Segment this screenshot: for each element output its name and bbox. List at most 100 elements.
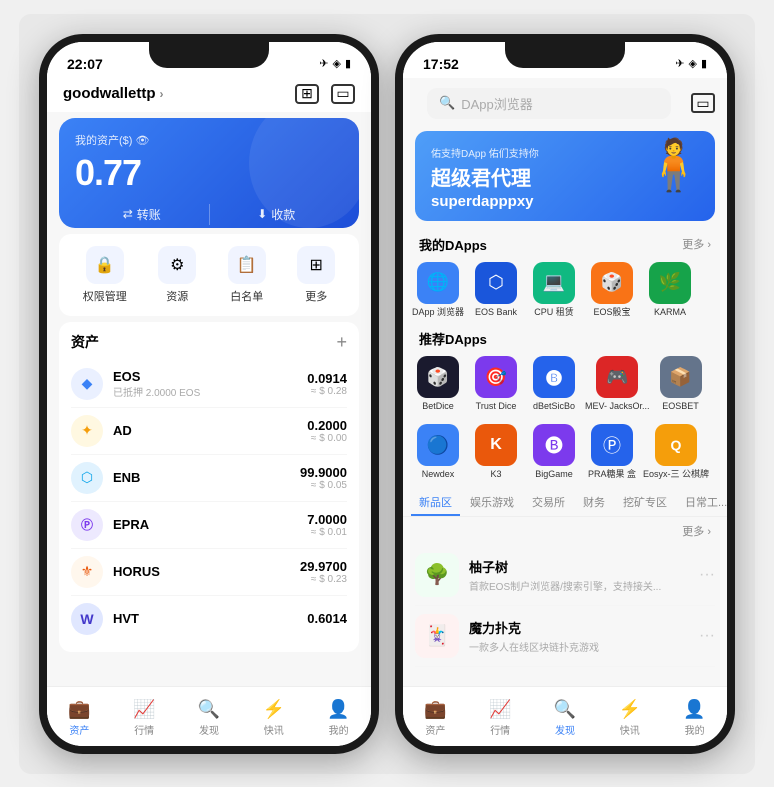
- search-placeholder: DApp浏览器: [461, 94, 533, 113]
- qa-whitelist[interactable]: 📋 白名单: [228, 246, 266, 304]
- eosyx-icon: Q: [655, 424, 697, 466]
- mine-nav-label: 我的: [329, 722, 349, 737]
- qa-more[interactable]: ⊞ 更多: [297, 246, 335, 304]
- dapp-karma[interactable]: 🌿 KARMA: [643, 262, 697, 318]
- tab-exchange[interactable]: 交易所: [524, 490, 573, 516]
- new-app-yuzhu[interactable]: 🌳 柚子树 首款EOS制户浏览器/搜索引擎，支持接关... ···: [415, 545, 715, 606]
- asset-row-enb[interactable]: ⬡ ENB 99.9000 ≈ $ 0.05: [71, 455, 347, 502]
- nav2-news[interactable]: ⚡ 快讯: [597, 695, 662, 737]
- nav2-discover[interactable]: 🔍 发现: [533, 695, 598, 737]
- balance-label: 我的资产($) 👁: [75, 132, 343, 148]
- dapp-eosbank[interactable]: ⬡ EOS Bank: [469, 262, 523, 318]
- rec-dapps-title: 推荐DApps: [419, 329, 487, 348]
- dapp-mev[interactable]: 🎮 MEV- JacksOr...: [585, 356, 650, 412]
- trustdice-icon: 🎯: [475, 356, 517, 398]
- poker-dots: ···: [699, 627, 715, 645]
- phone-1: 22:07 ✈ ◈ ▮ goodwallettp › ⊞ ▭: [39, 34, 379, 754]
- dapp-eos-dice[interactable]: 🎲 EOS骰宝: [585, 262, 639, 318]
- new-more[interactable]: 更多 ›: [682, 523, 711, 539]
- whitelist-icon: 📋: [228, 246, 266, 284]
- airplane-icon-2: ✈: [675, 57, 684, 70]
- asset-row-eos[interactable]: ◆ EOS 已抵押 2.0000 EOS 0.0914 ≈ $ 0.28: [71, 361, 347, 408]
- nav2-market[interactable]: 📈 行情: [468, 695, 533, 737]
- time-2: 17:52: [423, 56, 459, 72]
- dapp-k3[interactable]: K K3: [469, 424, 523, 480]
- mine-nav-icon: 👤: [327, 699, 349, 720]
- tab-new[interactable]: 新品区: [411, 490, 460, 516]
- news-nav-label: 快讯: [264, 722, 284, 737]
- my-dapps-grid: 🌐 DApp 浏览器 ⬡ EOS Bank 💻 CPU 租赁 🎲 EOS骰宝 🌿: [403, 258, 727, 322]
- yuzhu-info: 柚子树 首款EOS制户浏览器/搜索引擎，支持接关...: [469, 557, 689, 593]
- horus-info: HORUS: [113, 564, 300, 579]
- tab-mining[interactable]: 挖矿专区: [615, 490, 675, 516]
- tab-games[interactable]: 娱乐游戏: [462, 490, 522, 516]
- asset-row-hvt[interactable]: W HVT 0.6014: [71, 596, 347, 642]
- dapp-biggame[interactable]: 🅑 BigGame: [527, 424, 581, 480]
- enb-value: 99.9000 ≈ $ 0.05: [300, 465, 347, 491]
- add-asset-button[interactable]: +: [336, 332, 347, 353]
- new-app-poker[interactable]: 🃏 魔力扑克 一款多人在线区块链扑克游戏 ···: [415, 606, 715, 667]
- nav2-assets-label: 资产: [425, 722, 445, 737]
- chevron-icon: ›: [160, 87, 164, 101]
- tab-finance[interactable]: 财务: [575, 490, 613, 516]
- permission-icon: 🔒: [86, 246, 124, 284]
- nav2-assets-icon: 💼: [424, 699, 446, 720]
- bottom-nav-1: 💼 资产 📈 行情 🔍 发现 ⚡ 快讯 👤 我的: [47, 686, 371, 746]
- eos-dice-icon: 🎲: [591, 262, 633, 304]
- wallet-header: goodwallettp › ⊞ ▭: [47, 78, 371, 112]
- promo-banner[interactable]: 佑支持DApp 佑们支持你 超级君代理 superdapppxy 🧍: [415, 131, 715, 221]
- asset-row-epra[interactable]: Ⓟ EPRA 7.0000 ≈ $ 0.01: [71, 502, 347, 549]
- asset-row-horus[interactable]: ⚜ HORUS 29.9700 ≈ $ 0.23: [71, 549, 347, 596]
- discover-nav-icon: 🔍: [198, 699, 220, 720]
- bottom-nav-2: 💼 资产 📈 行情 🔍 发现 ⚡ 快讯 👤 我的: [403, 686, 727, 746]
- rec-dapps-row1: 🎲 BetDice 🎯 Trust Dice 🅑 dBetSicBo 🎮 MEV…: [403, 352, 727, 416]
- tab-daily[interactable]: 日常工...: [677, 490, 727, 516]
- biggame-icon: 🅑: [533, 424, 575, 466]
- qa-permission[interactable]: 🔒 权限管理: [83, 246, 127, 304]
- qa-resource[interactable]: ⚙ 资源: [158, 246, 196, 304]
- nav-discover[interactable]: 🔍 发现: [177, 695, 242, 737]
- hvt-icon: W: [71, 603, 103, 635]
- k3-icon: K: [475, 424, 517, 466]
- dapp-dbetsicbo[interactable]: 🅑 dBetSicBo: [527, 356, 581, 412]
- my-dapps-more[interactable]: 更多 ›: [682, 236, 711, 252]
- banner-character: 🧍: [643, 136, 705, 195]
- asset-header: 资产 +: [71, 332, 347, 353]
- dapp-browser[interactable]: 🌐 DApp 浏览器: [411, 262, 465, 318]
- dapp-newdex[interactable]: 🔵 Newdex: [411, 424, 465, 480]
- nav2-assets[interactable]: 💼 资产: [403, 695, 468, 737]
- dapp-eosyx[interactable]: Q Eosyx-三 公棋牌: [643, 424, 709, 480]
- eosbank-icon: ⬡: [475, 262, 517, 304]
- dapp-search[interactable]: 🔍 DApp浏览器: [427, 88, 671, 119]
- ad-icon: ✦: [71, 415, 103, 447]
- wallet-name[interactable]: goodwallettp ›: [63, 85, 164, 102]
- dapp-eosbet[interactable]: 📦 EOSBET: [654, 356, 708, 412]
- nav2-mine[interactable]: 👤 我的: [662, 695, 727, 737]
- banner-title2: superdapppxy: [431, 193, 699, 210]
- my-dapps-header: 我的DApps 更多 ›: [403, 227, 727, 258]
- yuzhu-icon: 🌳: [415, 553, 459, 597]
- hvt-info: HVT: [113, 611, 307, 626]
- ad-value: 0.2000 ≈ $ 0.00: [307, 418, 347, 444]
- mev-icon: 🎮: [596, 356, 638, 398]
- fullscreen-icon[interactable]: ▭: [691, 93, 715, 113]
- nav2-mine-icon: 👤: [683, 699, 705, 720]
- nav-assets[interactable]: 💼 资产: [47, 695, 112, 737]
- nav-mine[interactable]: 👤 我的: [306, 695, 371, 737]
- nav-news[interactable]: ⚡ 快讯: [241, 695, 306, 737]
- dapp-trustdice[interactable]: 🎯 Trust Dice: [469, 356, 523, 412]
- asset-row-ad[interactable]: ✦ AD 0.2000 ≈ $ 0.00: [71, 408, 347, 455]
- transfer-button[interactable]: ⇄ 转账: [75, 202, 209, 227]
- scan-icon[interactable]: ▭: [331, 84, 355, 104]
- time-1: 22:07: [67, 56, 103, 72]
- dapp-betdice[interactable]: 🎲 BetDice: [411, 356, 465, 412]
- wifi-icon-2: ◈: [688, 57, 696, 70]
- dapp-cpu[interactable]: 💻 CPU 租赁: [527, 262, 581, 318]
- dapp-browser-icon: 🌐: [417, 262, 459, 304]
- qr-icon[interactable]: ⊞: [295, 84, 319, 104]
- newdex-icon: 🔵: [417, 424, 459, 466]
- receive-button[interactable]: ⬇ 收款: [210, 202, 344, 227]
- poker-icon: 🃏: [415, 614, 459, 658]
- dapp-pra[interactable]: Ⓟ PRA糖果 盒: [585, 424, 639, 480]
- nav-market[interactable]: 📈 行情: [112, 695, 177, 737]
